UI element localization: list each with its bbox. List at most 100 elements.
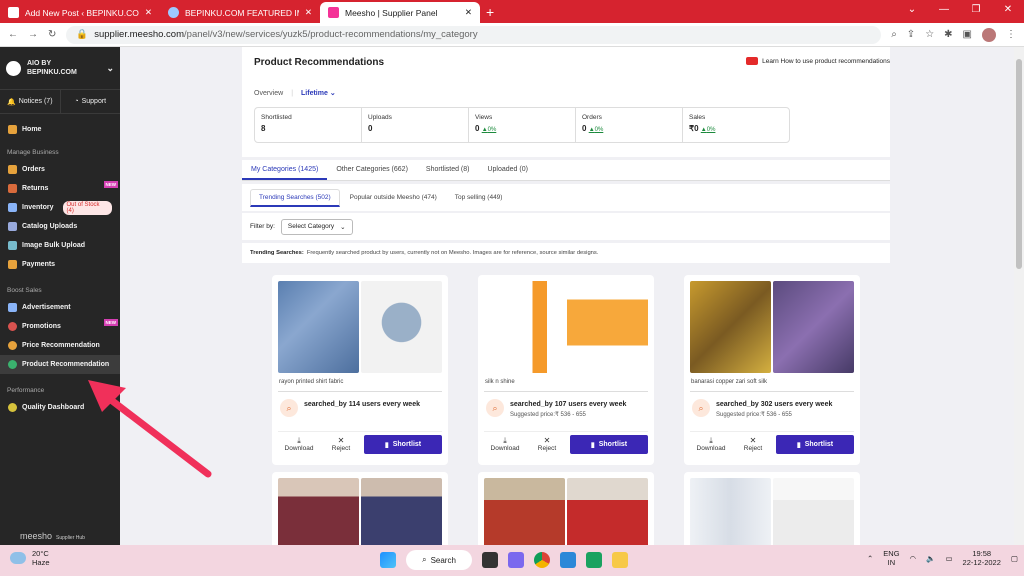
footer-sub: Supplier Hub <box>56 535 85 541</box>
store-icon[interactable] <box>560 552 576 568</box>
reload-icon[interactable]: ↻ <box>48 29 56 40</box>
profile-avatar[interactable] <box>982 27 996 42</box>
minimize-icon[interactable]: — <box>928 0 960 23</box>
product-card <box>272 472 448 545</box>
sidebar-item-catalog-uploads[interactable]: Catalog Uploads <box>0 217 120 236</box>
tab-top-selling[interactable]: Top selling (449) <box>447 190 511 205</box>
back-icon[interactable]: ← <box>8 29 18 40</box>
tab-shortlisted[interactable]: Shortlisted (8) <box>417 160 479 180</box>
section-manage-business: Manage Business <box>7 149 59 156</box>
volume-icon[interactable]: 🔈 <box>926 554 935 563</box>
tab-popular-outside[interactable]: Popular outside Meesho (474) <box>342 190 445 205</box>
sidebar-item-image-bulk-upload[interactable]: Image Bulk Upload <box>0 236 120 255</box>
tab-other-categories[interactable]: Other Categories (662) <box>327 160 417 180</box>
reject-button[interactable]: ✕ Reject <box>526 436 568 453</box>
learn-link[interactable]: Learn How to use product recommendations <box>746 57 890 65</box>
stat-delta-value: 0% <box>594 127 604 133</box>
sidebar-item-payments[interactable]: Payments <box>0 255 120 274</box>
task-view-icon[interactable] <box>482 552 498 568</box>
zoom-icon[interactable]: ⌕ <box>891 29 897 40</box>
browser-tab-3[interactable]: Meesho | Supplier Panel ✕ <box>320 2 480 23</box>
sidebar-item-inventory[interactable]: Inventory Out of Stock (4) <box>0 198 120 217</box>
product-image <box>484 478 565 545</box>
browser-tab-2[interactable]: BEPINKU.COM FEATURED IMAGE ✕ <box>160 2 320 23</box>
chevron-down-icon[interactable]: ⌄ <box>106 63 114 73</box>
tab-my-categories[interactable]: My Categories (1425) <box>242 160 328 180</box>
app-icon[interactable] <box>586 552 602 568</box>
new-tab-button[interactable]: + <box>486 2 494 23</box>
reject-button[interactable]: ✕ Reject <box>320 436 362 453</box>
shortlist-button[interactable]: ▮ Shortlist <box>364 435 442 454</box>
browser-tab-1[interactable]: Add New Post ‹ BEPINKU.COM — ✕ <box>0 2 160 23</box>
sidebar-item-returns[interactable]: Returns NEW <box>0 179 120 198</box>
sidebar-item-product-recommendation[interactable]: Product Recommendation <box>0 355 120 374</box>
download-button[interactable]: ⤓ Download <box>484 435 526 453</box>
windows-start-icon[interactable] <box>380 552 396 568</box>
bookmark-star-icon[interactable]: ☆ <box>925 29 934 40</box>
lifetime-dropdown[interactable]: Lifetime ⌄ <box>301 89 336 97</box>
tab-search-icon[interactable]: ⌄ <box>896 0 928 23</box>
reject-button[interactable]: ✕ Reject <box>732 436 774 453</box>
download-icon: ⤓ <box>503 435 507 445</box>
download-icon: ⤓ <box>297 435 301 445</box>
chevron-down-icon: ⌄ <box>340 223 346 231</box>
close-tab-icon[interactable]: ✕ <box>145 7 152 18</box>
sidebar-item-quality-dashboard[interactable]: Quality Dashboard <box>0 398 120 417</box>
chevron-up-icon[interactable]: ⌃ <box>867 554 873 563</box>
url-field[interactable]: 🔒 supplier.meesho.com/panel/v3/new/servi… <box>66 25 882 44</box>
product-card: rayon printed shirt fabric ⌕ searched_by… <box>272 275 448 465</box>
chrome-icon[interactable] <box>534 552 550 568</box>
notices-button[interactable]: 🔔 Notices (7) <box>0 90 60 113</box>
file-explorer-icon[interactable] <box>612 552 628 568</box>
sidebar-item-label: Home <box>22 126 42 133</box>
clock[interactable]: 19:58 22-12-2022 <box>963 549 1001 567</box>
download-label: Download <box>490 444 520 452</box>
stat-views: Views 0 ▲0% <box>469 108 576 142</box>
bookmark-icon: ▮ <box>590 441 595 449</box>
sidebar-item-advertisement[interactable]: Advertisement <box>0 298 120 317</box>
taskbar-search[interactable]: ⌕ Search <box>406 550 472 570</box>
sidebar-item-promotions[interactable]: Promotions NEW <box>0 317 120 336</box>
account-switcher[interactable]: AIO BY BEPINKU.COM ⌄ <box>0 47 120 90</box>
close-tab-icon[interactable]: ✕ <box>305 7 312 18</box>
close-tab-icon[interactable]: ✕ <box>465 7 472 18</box>
product-name: banarasi copper zari soft silk <box>691 379 768 385</box>
trending-info: Trending Searches: Frequently searched pr… <box>242 243 890 263</box>
download-button[interactable]: ⤓ Download <box>690 436 732 453</box>
extensions-icon[interactable]: ✱ <box>944 29 952 40</box>
download-label: Download <box>696 444 726 452</box>
product-images <box>484 281 648 373</box>
product-image <box>567 281 648 373</box>
sidepanel-icon[interactable]: ▣ <box>963 29 972 40</box>
teams-icon[interactable] <box>508 552 524 568</box>
page-title: Product Recommendations <box>254 57 385 68</box>
scrollbar-thumb[interactable] <box>1016 59 1022 269</box>
url-host: supplier.meesho.com <box>94 29 185 40</box>
support-button[interactable]: ◔ Support <box>59 90 121 113</box>
menu-icon[interactable]: ⋮ <box>1006 29 1016 40</box>
battery-icon[interactable]: ▭ <box>945 554 952 563</box>
notification-icon[interactable]: ▢ <box>1011 554 1018 563</box>
restore-icon[interactable]: ❐ <box>960 0 992 23</box>
sidebar-item-price-recommendation[interactable]: Price Recommendation <box>0 336 120 355</box>
category-select[interactable]: Select Category ⌄ <box>280 218 353 235</box>
weather-icon <box>10 552 26 564</box>
lifetime-label: Lifetime <box>301 90 328 97</box>
lang-region: IN <box>887 558 896 567</box>
weather-widget[interactable]: 20°C Haze <box>10 549 50 567</box>
language-indicator[interactable]: ENG IN <box>883 549 899 567</box>
download-button[interactable]: ⤓ Download <box>278 435 320 453</box>
scrollbar[interactable] <box>1014 47 1024 545</box>
shortlist-button[interactable]: ▮ Shortlist <box>776 435 854 454</box>
sidebar-item-orders[interactable]: Orders <box>0 160 120 179</box>
tab-uploaded[interactable]: Uploaded (0) <box>478 160 536 180</box>
share-icon[interactable]: ⇪ <box>907 29 915 40</box>
tab-trending-searches[interactable]: Trending Searches (502) <box>250 188 340 207</box>
wifi-icon[interactable]: ◠ <box>910 554 917 563</box>
forward-icon[interactable]: → <box>28 29 38 40</box>
close-window-icon[interactable]: ✕ <box>992 0 1024 23</box>
sidebar-item-home[interactable]: Home <box>0 120 120 139</box>
lock-icon: 🔒 <box>76 29 89 40</box>
browser-tab-bar: Add New Post ‹ BEPINKU.COM — ✕ BEPINKU.C… <box>0 0 1024 23</box>
shortlist-button[interactable]: ▮ Shortlist <box>570 435 648 454</box>
